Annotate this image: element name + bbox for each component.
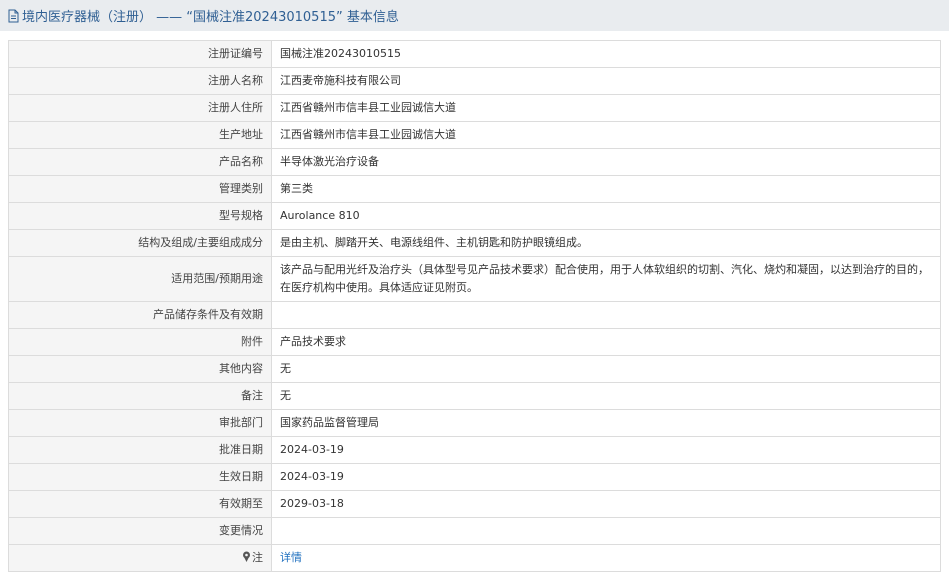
table-row: 变更情况 [8,517,941,545]
note-label: 注 [252,550,263,564]
field-label: 附件 [8,328,272,356]
table-row: 备注无 [8,382,941,410]
field-label: 注册人住所 [8,94,272,122]
table-row: 注册人名称 江西麦帝施科技有限公司 [8,67,941,95]
field-value: 产品技术要求 [271,328,941,356]
field-label: 有效期至 [8,490,272,518]
field-label: 审批部门 [8,409,272,437]
field-label: 生效日期 [8,463,272,491]
table-row: 产品名称 半导体激光治疗设备 [8,148,941,176]
table-row: 有效期至 2029-03-18 [8,490,941,518]
note-label-cell: 注 [8,544,272,572]
table-row: 管理类别 第三类 [8,175,941,203]
page-header: 境内医疗器械（注册） —— “国械注准20243010515” 基本信息 [0,0,949,31]
field-value: 无 [271,355,941,383]
table-row: 型号规格 Aurolance 810 [8,202,941,230]
field-value: 无 [271,382,941,410]
table-row: 注册证编号 国械注准20243010515 [8,40,941,68]
field-label: 批准日期 [8,436,272,464]
field-value: 半导体激光治疗设备 [271,148,941,176]
field-value: 2024-03-19 [271,463,941,491]
field-label: 适用范围/预期用途 [8,256,272,302]
detail-link[interactable]: 详情 [280,551,302,564]
field-label: 管理类别 [8,175,272,203]
field-value [271,517,941,545]
field-label: 结构及组成/主要组成成分 [8,229,272,257]
field-value: 是由主机、脚踏开关、电源线组件、主机钥匙和防护眼镜组成。 [271,229,941,257]
field-label: 型号规格 [8,202,272,230]
field-value: Aurolance 810 [271,202,941,230]
note-row: 注 详情 [8,544,941,572]
page-title: 境内医疗器械（注册） —— “国械注准20243010515” 基本信息 [22,10,399,25]
note-value-cell: 详情 [271,544,941,572]
table-row: 产品储存条件及有效期 [8,301,941,329]
field-label: 注册人名称 [8,67,272,95]
field-label: 备注 [8,382,272,410]
device-info-table: 注册证编号 国械注准20243010515 注册人名称 江西麦帝施科技有限公司 注册人住… [8,40,941,572]
field-value: 2024-03-19 [271,436,941,464]
field-label: 产品名称 [8,148,272,176]
table-row: 生效日期 2024-03-19 [8,463,941,491]
field-label: 生产地址 [8,121,272,149]
table-row: 生产地址 江西省赣州市信丰县工业园诚信大道 [8,121,941,149]
table-row: 审批部门 国家药品监督管理局 [8,409,941,437]
field-label: 变更情况 [8,517,272,545]
field-value: 江西麦帝施科技有限公司 [271,67,941,95]
field-value: 国家药品监督管理局 [271,409,941,437]
field-label: 产品储存条件及有效期 [8,301,272,329]
field-value: 江西省赣州市信丰县工业园诚信大道 [271,121,941,149]
field-label: 其他内容 [8,355,272,383]
field-value [271,301,941,329]
table-row: 其他内容无 [8,355,941,383]
pin-icon [242,550,251,568]
field-value: 江西省赣州市信丰县工业园诚信大道 [271,94,941,122]
table-row: 批准日期 2024-03-19 [8,436,941,464]
table-row: 附件 产品技术要求 [8,328,941,356]
field-value: 国械注准20243010515 [271,40,941,68]
table-row: 结构及组成/主要组成成分 是由主机、脚踏开关、电源线组件、主机钥匙和防护眼镜组成。 [8,229,941,257]
field-value: 2029-03-18 [271,490,941,518]
document-icon [7,9,20,23]
field-value: 该产品与配用光纤及治疗头（具体型号见产品技术要求）配合使用，用于人体软组织的切割… [271,256,941,302]
field-value: 第三类 [271,175,941,203]
table-row: 注册人住所 江西省赣州市信丰县工业园诚信大道 [8,94,941,122]
table-row: 适用范围/预期用途 该产品与配用光纤及治疗头（具体型号见产品技术要求）配合使用，用… [8,256,941,302]
field-label: 注册证编号 [8,40,272,68]
